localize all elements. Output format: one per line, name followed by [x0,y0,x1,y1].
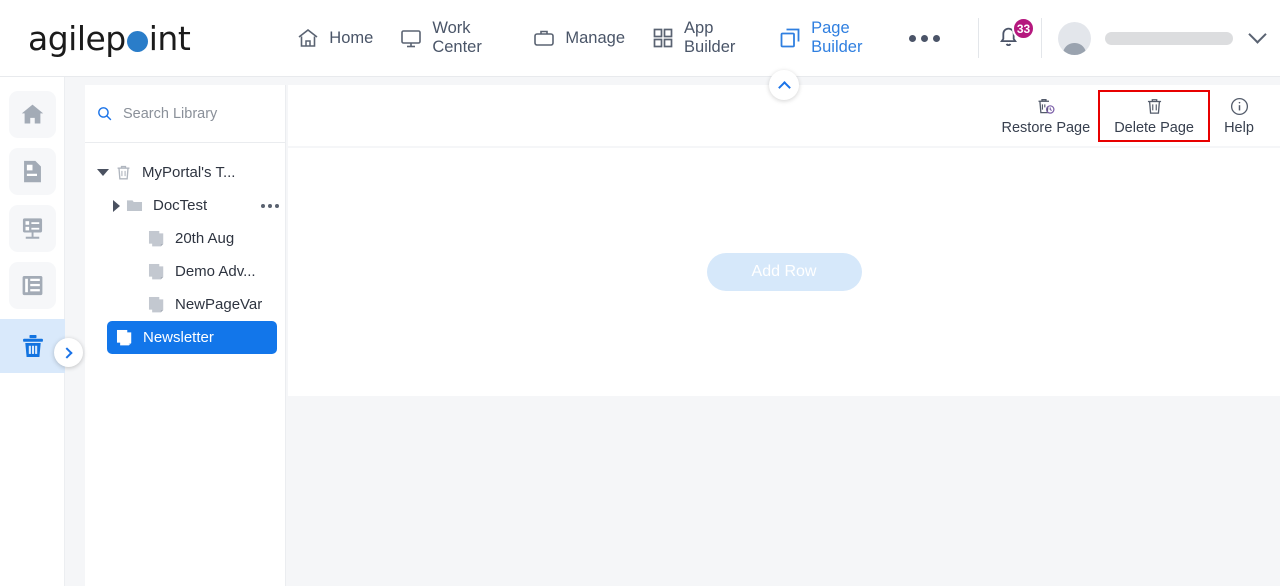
avatar[interactable] [1058,21,1091,55]
page-builder-app: agilep int Home Work Center Manage App B… [0,0,1280,586]
left-icon-rail [0,77,83,586]
add-row-button[interactable]: Add Row [706,253,862,291]
tree-label: Demo Adv... [175,263,256,280]
chevron-down-icon[interactable] [97,169,109,176]
nav-label-page-builder: Page Builder [811,19,863,56]
monitor-icon [399,26,423,50]
nav-label-app-builder: App Builder [684,19,736,56]
rail-item-forms[interactable] [8,205,56,252]
folder-icon [125,196,144,215]
form-icon [22,218,42,239]
trash-icon [22,335,43,357]
page-icon [115,328,134,347]
more-dot-1 [909,34,916,42]
tree-item-newpagevar[interactable]: NewPageVar [85,288,285,321]
tree-label: DocTest [153,197,208,214]
chevron-down-icon[interactable] [1248,24,1267,44]
logo-text-before: agilep [28,18,126,58]
rail-item-home[interactable] [8,91,56,138]
tree-label: Newsletter [143,329,214,346]
notification-badge: 33 [1012,17,1035,40]
library-tree: MyPortal's T... DocTest 20th Aug Demo Ad… [85,143,285,354]
help-label: Help [1224,119,1254,136]
nav-label-home: Home [329,28,374,47]
page-toolbar: Restore Page Delete Page Help [288,70,1280,146]
user-name-redacted [1105,31,1233,45]
header-right-tools: 33 [962,0,1280,76]
logo-text-after: int [148,18,191,58]
avatar-body-icon [1063,42,1086,55]
tree-label: 20th Aug [175,230,235,247]
page-icon [147,262,166,281]
top-header: agilep int Home Work Center Manage App B… [0,0,1280,77]
tree-item-demo-adv[interactable]: Demo Adv... [85,255,285,288]
briefcase-icon [532,26,556,50]
trash-icon [1147,98,1161,114]
search-input[interactable] [123,105,273,122]
tree-item-menu-button[interactable] [255,203,279,208]
tree-item-newsletter[interactable]: Newsletter [107,321,277,354]
restore-page-label: Restore Page [1001,119,1091,136]
agilepoint-logo[interactable]: agilep int [28,0,191,76]
menu-dot-1 [261,203,265,208]
page-icon [23,160,41,183]
page-canvas: Add Row [288,148,1280,396]
logo-dot-icon [126,30,148,52]
header-divider-1 [978,18,979,58]
menu-dot-2 [268,203,272,208]
header-divider-2 [1041,18,1042,58]
grid-icon [651,26,675,50]
delete-page-button[interactable]: Delete Page [1098,89,1210,142]
more-dot-3 [933,34,940,42]
nav-item-home[interactable]: Home [296,26,373,50]
restore-page-button[interactable]: Restore Page [994,92,1099,140]
content-area: Restore Page Delete Page Help Add Row [288,70,1280,586]
help-button[interactable]: Help [1210,92,1268,140]
nav-label-work-center: Work Center [432,19,482,56]
nav-item-app-builder[interactable]: App Builder [651,19,752,57]
tree-item-myportals-trash[interactable]: MyPortal's T... [85,156,285,189]
nav-label-manage: Manage [565,28,626,47]
home-icon [296,26,320,50]
chevron-right-icon [60,346,73,359]
info-icon [1230,97,1248,115]
page-icon [147,229,166,248]
rail-expand-button[interactable] [54,338,83,367]
main-navigation: Home Work Center Manage App Builder Page… [296,0,962,76]
layout-icon [22,275,42,296]
nav-item-manage[interactable]: Manage [532,26,625,50]
library-panel: MyPortal's T... DocTest [85,85,286,586]
tree-label: MyPortal's T... [142,164,236,181]
nav-item-work-center[interactable]: Work Center [399,19,506,57]
more-dot-2 [921,34,928,42]
chevron-right-icon[interactable] [113,199,120,212]
page-icon [147,295,166,314]
search-library-box[interactable] [85,85,285,143]
home-icon [21,104,43,124]
rail-item-pages[interactable] [8,148,56,195]
trash-icon [114,163,133,182]
collapse-header-button[interactable] [769,70,799,100]
restore-trash-icon [1038,98,1055,114]
search-icon [98,107,112,121]
menu-dot-3 [275,203,279,208]
notifications-button[interactable]: 33 [995,17,1035,54]
tree-item-20th-aug[interactable]: 20th Aug [85,222,285,255]
rail-item-layouts[interactable] [8,262,56,309]
tree-label: NewPageVar [175,296,263,313]
delete-page-label: Delete Page [1114,119,1194,136]
nav-item-page-builder[interactable]: Page Builder [778,19,887,57]
pages-icon [778,26,802,50]
more-menu-button[interactable] [909,34,940,42]
tree-item-doctest[interactable]: DocTest [85,189,285,222]
chevron-up-icon [777,80,791,94]
